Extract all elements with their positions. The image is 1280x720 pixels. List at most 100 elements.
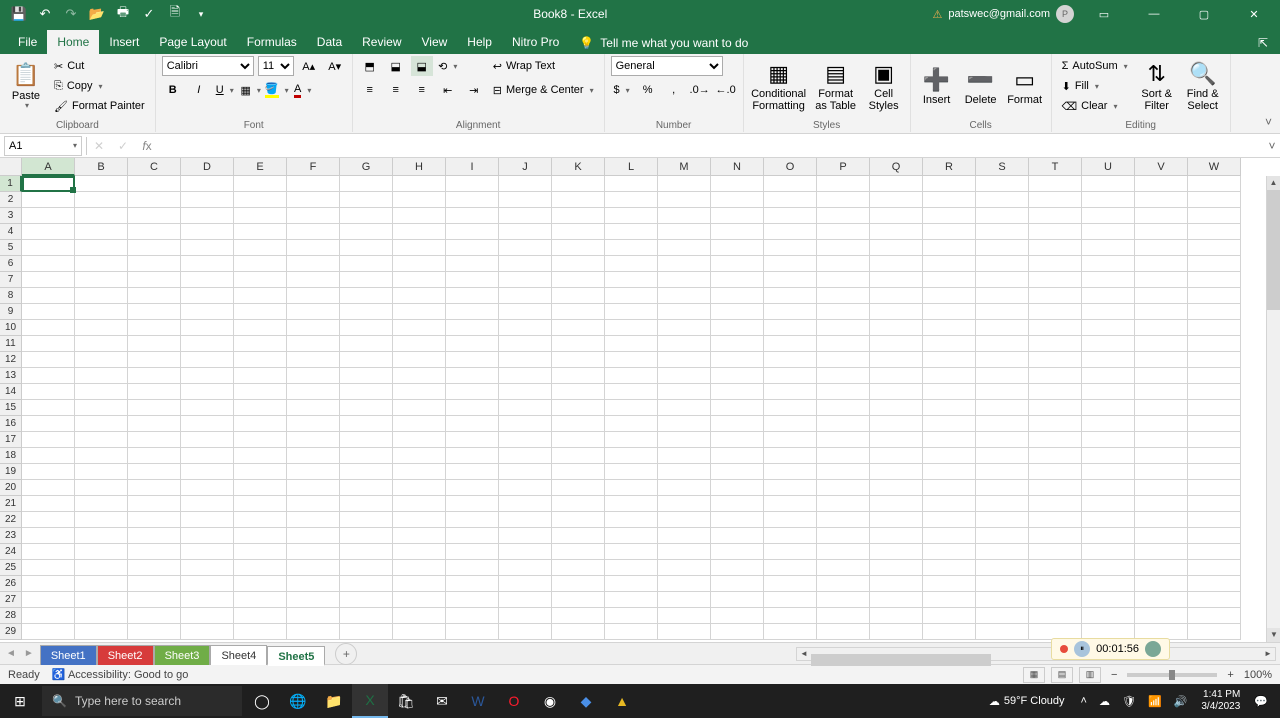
cell[interactable] bbox=[499, 208, 552, 224]
cell[interactable] bbox=[446, 624, 499, 640]
cell[interactable] bbox=[552, 480, 605, 496]
cell[interactable] bbox=[75, 576, 128, 592]
sheet-nav-prev[interactable]: ◄ bbox=[6, 648, 16, 659]
start-button[interactable]: ⊞ bbox=[0, 684, 40, 718]
cell[interactable] bbox=[658, 240, 711, 256]
cell[interactable] bbox=[446, 528, 499, 544]
cell[interactable] bbox=[499, 304, 552, 320]
cell[interactable] bbox=[499, 176, 552, 192]
cell[interactable] bbox=[1082, 576, 1135, 592]
cell[interactable] bbox=[287, 480, 340, 496]
cell[interactable] bbox=[181, 176, 234, 192]
cell[interactable] bbox=[22, 624, 75, 640]
cell[interactable] bbox=[234, 368, 287, 384]
cell[interactable] bbox=[1082, 608, 1135, 624]
cell[interactable] bbox=[22, 592, 75, 608]
cell[interactable] bbox=[923, 576, 976, 592]
cell[interactable] bbox=[605, 192, 658, 208]
cell[interactable] bbox=[340, 528, 393, 544]
cell[interactable] bbox=[1188, 592, 1241, 608]
cell[interactable] bbox=[764, 304, 817, 320]
cell[interactable] bbox=[870, 496, 923, 512]
cell[interactable] bbox=[976, 560, 1029, 576]
cell[interactable] bbox=[817, 384, 870, 400]
cell[interactable] bbox=[287, 336, 340, 352]
cell[interactable] bbox=[1188, 464, 1241, 480]
cell[interactable] bbox=[817, 272, 870, 288]
cell[interactable] bbox=[764, 224, 817, 240]
cell[interactable] bbox=[764, 256, 817, 272]
cell[interactable] bbox=[711, 256, 764, 272]
cell[interactable] bbox=[711, 608, 764, 624]
align-center-button[interactable]: ≡ bbox=[385, 80, 407, 100]
cell[interactable] bbox=[976, 384, 1029, 400]
cell[interactable] bbox=[711, 512, 764, 528]
cell[interactable] bbox=[658, 224, 711, 240]
cell[interactable] bbox=[234, 288, 287, 304]
cell[interactable] bbox=[711, 384, 764, 400]
cell[interactable] bbox=[128, 224, 181, 240]
cell[interactable] bbox=[711, 528, 764, 544]
align-left-button[interactable]: ≡ bbox=[359, 80, 381, 100]
cell[interactable] bbox=[658, 480, 711, 496]
cell[interactable] bbox=[446, 256, 499, 272]
cell[interactable] bbox=[870, 480, 923, 496]
cell[interactable] bbox=[764, 208, 817, 224]
cell[interactable] bbox=[499, 464, 552, 480]
cut-button[interactable]: ✂Cut bbox=[50, 56, 149, 76]
cell[interactable] bbox=[446, 400, 499, 416]
fill-color-button[interactable]: 🪣▾ bbox=[266, 80, 288, 100]
cell[interactable] bbox=[22, 272, 75, 288]
row-header[interactable]: 10 bbox=[0, 320, 22, 336]
cell[interactable] bbox=[499, 544, 552, 560]
cell[interactable] bbox=[181, 192, 234, 208]
cell[interactable] bbox=[340, 224, 393, 240]
cell[interactable] bbox=[552, 304, 605, 320]
chrome-icon[interactable]: ◉ bbox=[532, 684, 568, 718]
cell[interactable] bbox=[923, 624, 976, 640]
cell[interactable] bbox=[22, 576, 75, 592]
cell[interactable] bbox=[75, 624, 128, 640]
cell[interactable] bbox=[287, 608, 340, 624]
cell[interactable] bbox=[976, 208, 1029, 224]
cell[interactable] bbox=[128, 480, 181, 496]
cell[interactable] bbox=[181, 320, 234, 336]
cell[interactable] bbox=[287, 304, 340, 320]
cell[interactable] bbox=[552, 544, 605, 560]
cell[interactable] bbox=[128, 384, 181, 400]
tell-me[interactable]: 💡 Tell me what you want to do bbox=[569, 32, 758, 54]
cell[interactable] bbox=[605, 496, 658, 512]
cell[interactable] bbox=[552, 368, 605, 384]
cell[interactable] bbox=[1082, 240, 1135, 256]
column-header[interactable]: G bbox=[340, 158, 393, 176]
cell[interactable] bbox=[870, 368, 923, 384]
cell[interactable] bbox=[552, 448, 605, 464]
cell[interactable] bbox=[446, 576, 499, 592]
cell[interactable] bbox=[764, 288, 817, 304]
cell[interactable] bbox=[446, 240, 499, 256]
cell[interactable] bbox=[605, 464, 658, 480]
cell[interactable] bbox=[976, 352, 1029, 368]
cell[interactable] bbox=[552, 288, 605, 304]
cell[interactable] bbox=[605, 416, 658, 432]
onedrive-icon[interactable]: ☁ bbox=[1095, 695, 1114, 708]
tab-file[interactable]: File bbox=[8, 30, 47, 54]
cell[interactable] bbox=[817, 352, 870, 368]
cell[interactable] bbox=[340, 352, 393, 368]
word-icon[interactable]: W bbox=[460, 684, 496, 718]
cell[interactable] bbox=[923, 400, 976, 416]
file-explorer-icon[interactable]: 📁 bbox=[316, 684, 352, 718]
cell[interactable] bbox=[1082, 480, 1135, 496]
qat-customize-icon[interactable]: ▾ bbox=[194, 7, 208, 21]
network-icon[interactable]: 📶 bbox=[1144, 695, 1166, 708]
cell[interactable] bbox=[128, 192, 181, 208]
cell[interactable] bbox=[499, 560, 552, 576]
cell[interactable] bbox=[287, 272, 340, 288]
format-painter-button[interactable]: 🖌Format Painter bbox=[50, 96, 149, 116]
quickprint-icon[interactable]: 🖶 bbox=[116, 7, 130, 21]
cell[interactable] bbox=[923, 256, 976, 272]
cell[interactable] bbox=[1135, 544, 1188, 560]
cell[interactable] bbox=[1188, 416, 1241, 432]
row-header[interactable]: 11 bbox=[0, 336, 22, 352]
expand-formula-bar[interactable]: ˅ bbox=[1264, 139, 1280, 153]
